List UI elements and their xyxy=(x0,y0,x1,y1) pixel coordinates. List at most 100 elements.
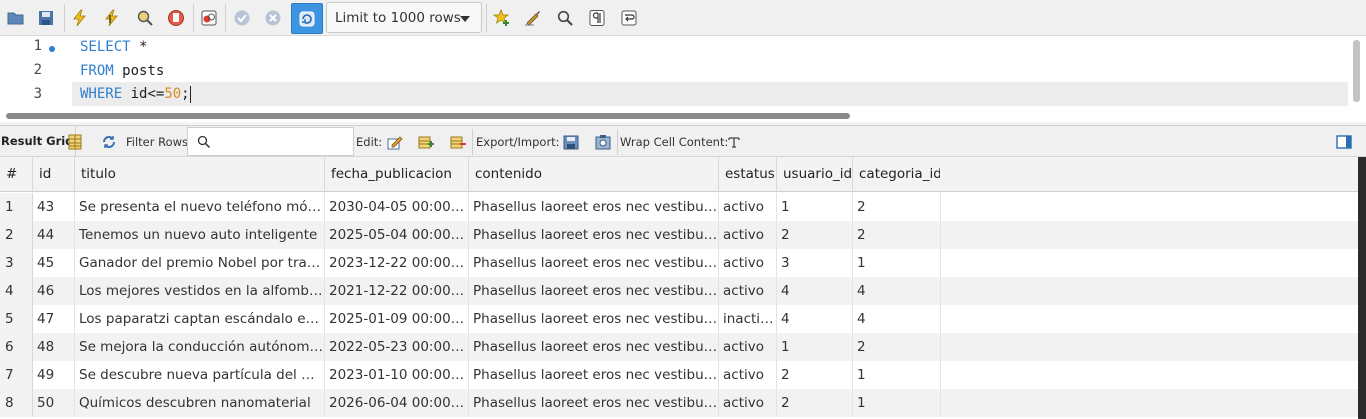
refresh-button[interactable] xyxy=(100,133,118,151)
column-header-estatus[interactable]: estatus xyxy=(719,157,777,192)
cell-titulo[interactable]: Se descubre nueva partícula del modelo..… xyxy=(75,361,325,389)
cell-usuario-id[interactable]: 1 xyxy=(777,333,853,361)
table-row[interactable]: 5 47 Los paparatzi captan escándalo en ...… xyxy=(0,305,1358,333)
edit-row-button[interactable] xyxy=(386,133,404,151)
cell-rownum[interactable]: 1 xyxy=(0,193,33,221)
cell-contenido[interactable]: Phasellus laoreet eros nec vestibulum... xyxy=(469,333,719,361)
table-row[interactable]: 6 48 Se mejora la conducción autónoma... 20… xyxy=(0,333,1358,361)
delete-row-button[interactable] xyxy=(449,133,467,151)
cell-estatus[interactable]: activo xyxy=(719,333,777,361)
add-snippet-button[interactable] xyxy=(489,5,515,31)
cell-id[interactable]: 49 xyxy=(33,361,75,389)
horizontal-scrollbar[interactable] xyxy=(6,113,850,119)
auto-commit-toggle[interactable] xyxy=(291,3,323,34)
cell-contenido[interactable]: Phasellus laoreet eros nec vestibulum... xyxy=(469,361,719,389)
cell-categoria-id[interactable]: 2 xyxy=(853,193,941,221)
save-button[interactable] xyxy=(33,5,59,31)
table-row[interactable]: 3 45 Ganador del premio Nobel por trabajo.… xyxy=(0,249,1358,277)
find-button[interactable] xyxy=(552,5,578,31)
cell-fecha-publicacion[interactable]: 2026-06-04 00:00:00 xyxy=(325,389,469,417)
cell-rownum[interactable]: 6 xyxy=(0,333,33,361)
cell-categoria-id[interactable]: 1 xyxy=(853,361,941,389)
table-row[interactable]: 749Se descubre nueva partícula del model… xyxy=(0,361,1358,389)
cell-estatus[interactable]: activo xyxy=(719,221,777,249)
cell-estatus[interactable]: activo xyxy=(719,389,777,417)
beautify-button[interactable] xyxy=(520,5,546,31)
insert-row-button[interactable] xyxy=(417,133,435,151)
cell-titulo[interactable]: Los mejores vestidos en la alfombra... xyxy=(75,277,325,305)
cell-titulo[interactable]: Químicos descubren nanomaterial xyxy=(75,389,325,417)
form-editor-button[interactable] xyxy=(66,133,84,151)
vertical-scrollbar-track[interactable] xyxy=(1358,157,1366,419)
cell-rownum[interactable]: 8 xyxy=(0,389,33,417)
cell-categoria-id[interactable]: 1 xyxy=(853,249,941,277)
column-header-usuario-id[interactable]: usuario_id xyxy=(777,157,853,192)
column-header-rownum[interactable]: # xyxy=(0,157,33,192)
column-header-id[interactable]: id xyxy=(33,157,75,192)
cell-titulo[interactable]: Tenemos un nuevo auto inteligente xyxy=(75,221,325,249)
open-file-button[interactable] xyxy=(3,5,29,31)
table-row[interactable]: 2 44 Tenemos un nuevo auto inteligente 2025… xyxy=(0,221,1358,249)
cell-fecha-publicacion[interactable]: 2025-05-04 00:00:00 xyxy=(325,221,469,249)
cell-titulo[interactable]: Ganador del premio Nobel por trabajo... xyxy=(75,249,325,277)
cell-fecha-publicacion[interactable]: 2030-04-05 00:00:00 xyxy=(325,193,469,221)
cell-usuario-id[interactable]: 3 xyxy=(777,249,853,277)
filter-rows-input[interactable] xyxy=(187,127,354,156)
commit-button[interactable] xyxy=(229,5,255,31)
cell-contenido[interactable]: Phasellus laoreet eros nec vestibulum... xyxy=(469,193,719,221)
cell-fecha-publicacion[interactable]: 2025-01-09 00:00:00 xyxy=(325,305,469,333)
cell-categoria-id[interactable]: 4 xyxy=(853,277,941,305)
cell-titulo[interactable]: Los paparatzi captan escándalo en ... xyxy=(75,305,325,333)
cell-fecha-publicacion[interactable]: 2021-12-22 00:00:00 xyxy=(325,277,469,305)
result-grid-tab[interactable]: Result Grid xyxy=(0,126,77,156)
show-invisible-button[interactable] xyxy=(584,5,610,31)
explain-button[interactable] xyxy=(132,5,158,31)
table-row[interactable]: 4 46 Los mejores vestidos en la alfombra..… xyxy=(0,277,1358,305)
column-header-titulo[interactable]: titulo xyxy=(75,157,325,192)
cell-categoria-id[interactable]: 4 xyxy=(853,305,941,333)
result-grid[interactable]: # id titulo fecha_publicacion contenido … xyxy=(0,157,1358,419)
cell-categoria-id[interactable]: 1 xyxy=(853,389,941,417)
cell-estatus[interactable]: activo xyxy=(719,249,777,277)
cell-fecha-publicacion[interactable]: 2022-05-23 00:00:00 xyxy=(325,333,469,361)
cell-categoria-id[interactable]: 2 xyxy=(853,333,941,361)
cell-id[interactable]: 48 xyxy=(33,333,75,361)
cell-rownum[interactable]: 7 xyxy=(0,361,33,389)
cell-usuario-id[interactable]: 2 xyxy=(777,361,853,389)
cell-usuario-id[interactable]: 1 xyxy=(777,193,853,221)
cell-usuario-id[interactable]: 4 xyxy=(777,305,853,333)
cell-rownum[interactable]: 2 xyxy=(0,221,33,249)
cell-fecha-publicacion[interactable]: 2023-12-22 00:00:00 xyxy=(325,249,469,277)
cell-id[interactable]: 44 xyxy=(33,221,75,249)
column-header-categoria-id[interactable]: categoria_id xyxy=(853,157,941,192)
cell-estatus[interactable]: activo xyxy=(719,361,777,389)
cell-contenido[interactable]: Phasellus laoreet eros nec vestibulum... xyxy=(469,277,719,305)
cell-contenido[interactable]: Phasellus laoreet eros nec vestibulum... xyxy=(469,389,719,417)
cell-usuario-id[interactable]: 2 xyxy=(777,221,853,249)
cell-id[interactable]: 47 xyxy=(33,305,75,333)
wrap-cell-content-button[interactable] xyxy=(725,133,743,151)
rollback-button[interactable] xyxy=(260,5,286,31)
cell-contenido[interactable]: Phasellus laoreet eros nec vestibulum... xyxy=(469,249,719,277)
table-row[interactable]: 1 43 Se presenta el nuevo teléfono móvil..… xyxy=(0,193,1358,221)
cell-rownum[interactable]: 4 xyxy=(0,277,33,305)
export-button[interactable] xyxy=(562,133,580,151)
cell-usuario-id[interactable]: 2 xyxy=(777,389,853,417)
toggle-panel-button[interactable] xyxy=(1335,133,1353,151)
cell-contenido[interactable]: Phasellus laoreet eros nec vestibulum... xyxy=(469,221,719,249)
vertical-scrollbar[interactable] xyxy=(1353,40,1360,102)
stop-button[interactable] xyxy=(163,5,189,31)
cell-id[interactable]: 50 xyxy=(33,389,75,417)
cell-titulo[interactable]: Se mejora la conducción autónoma... xyxy=(75,333,325,361)
toggle-continue-on-error-button[interactable] xyxy=(196,5,222,31)
import-button[interactable] xyxy=(594,133,612,151)
execute-button[interactable] xyxy=(67,5,93,31)
column-header-contenido[interactable]: contenido xyxy=(469,157,719,192)
cell-contenido[interactable]: Phasellus laoreet eros nec vestibulum... xyxy=(469,305,719,333)
cell-estatus[interactable]: inactivo xyxy=(719,305,777,333)
sql-editor[interactable]: 1 2 3 SELECT * FROM posts WHERE id<=50; xyxy=(0,36,1366,122)
cell-rownum[interactable]: 5 xyxy=(0,305,33,333)
limit-rows-select[interactable]: Limit to 1000 rows xyxy=(326,2,482,33)
cell-fecha-publicacion[interactable]: 2023-01-10 00:00:00 xyxy=(325,361,469,389)
wrap-lines-button[interactable] xyxy=(616,5,642,31)
